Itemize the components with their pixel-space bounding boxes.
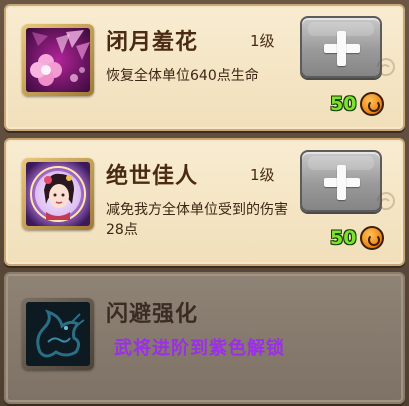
upgrade-button[interactable]	[300, 150, 382, 212]
swirl-decoration-icon	[377, 58, 395, 77]
skill-level: 1级	[250, 32, 275, 50]
skill-level: 1级	[250, 166, 275, 184]
cost-value: 50	[330, 227, 357, 249]
pink-flower-petals-icon	[26, 28, 90, 92]
beauty-portrait-icon	[26, 162, 90, 226]
upgrade-cost: 50	[330, 226, 385, 250]
unlock-hint: 武将进阶到紫色解锁	[114, 338, 285, 359]
upgrade-button[interactable]	[300, 16, 382, 78]
swirl-decoration-icon	[377, 192, 395, 211]
skill-card-1: 闭月羞花 1级 恢复全体单位640点生命 50	[4, 4, 405, 131]
skill-panel: 闭月羞花 1级 恢复全体单位640点生命 50 绝世佳人 1级 减免我方全体单位…	[0, 0, 409, 406]
blue-dragon-icon	[26, 302, 90, 366]
skill-card-2: 绝世佳人 1级 减免我方全体单位受到的伤害28点 50	[4, 138, 405, 266]
coin-icon	[360, 92, 385, 116]
coin-icon	[360, 226, 385, 250]
skill-card-3-locked: 闪避强化 武将进阶到紫色解锁	[4, 272, 405, 404]
skill-description: 恢复全体单位640点生命	[106, 68, 259, 84]
skill-name: 闭月羞花	[106, 30, 199, 55]
cost-value: 50	[330, 93, 357, 115]
skill-name: 闪避强化	[106, 302, 199, 327]
skill-name: 绝世佳人	[106, 164, 199, 189]
skill-icon-frame[interactable]	[22, 24, 94, 96]
skill-description: 减免我方全体单位受到的伤害28点	[106, 202, 288, 238]
skill-icon-frame[interactable]	[22, 158, 94, 230]
upgrade-cost: 50	[330, 92, 385, 116]
skill-icon-frame[interactable]	[22, 298, 94, 370]
